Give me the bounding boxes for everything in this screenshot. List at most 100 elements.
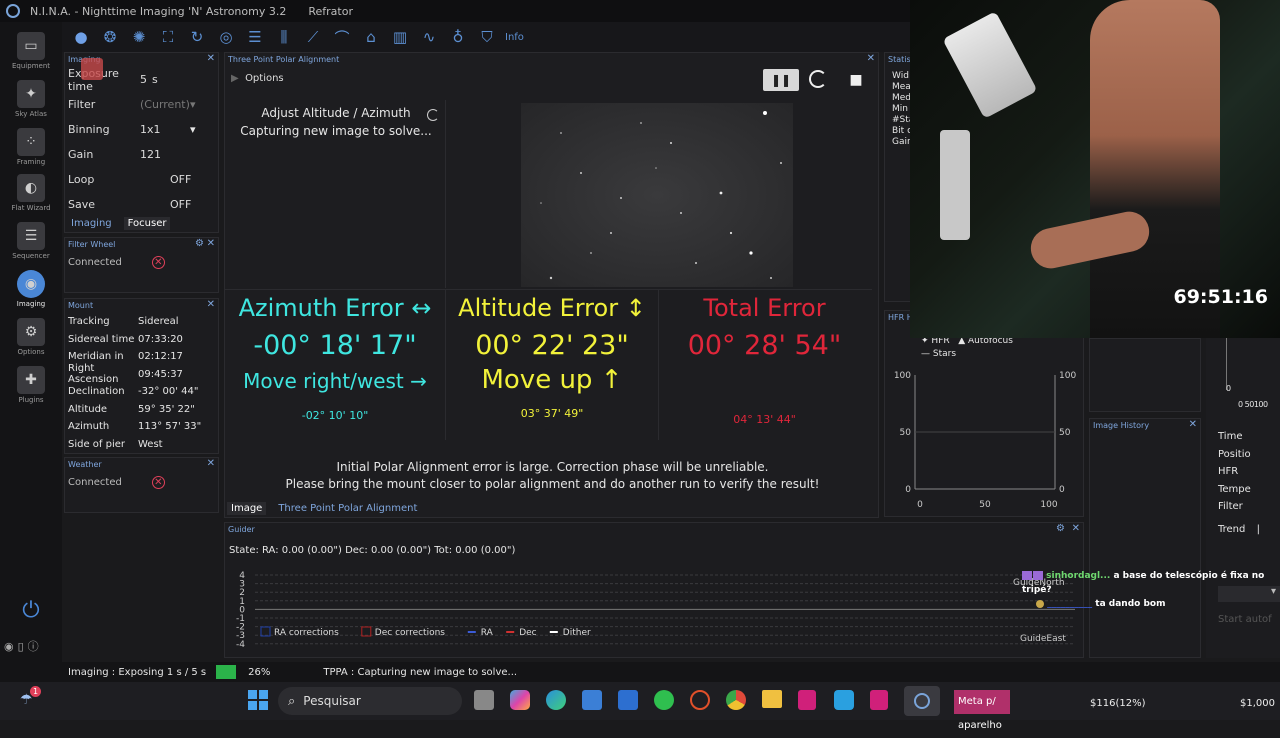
- loop-label: Loop: [68, 173, 95, 186]
- guider-legend-label: RA corrections: [274, 628, 339, 638]
- tab-image[interactable]: Image: [227, 502, 267, 515]
- tab-focuser[interactable]: Focuser: [123, 217, 171, 230]
- binning-row: Binning 1x1 ▾: [65, 117, 218, 142]
- app-pink-icon-2[interactable]: [870, 690, 888, 710]
- info-tab[interactable]: Info: [505, 32, 524, 43]
- overlay-badge-icon: [81, 58, 103, 80]
- gain-row: Gain 121: [65, 142, 218, 167]
- search-placeholder: Pesquisar: [303, 694, 361, 708]
- imaging-toolbar: ● ❂ ✺ ⛶ ↻ ◎ ☰ ⫼ ⟋ ⌒ ⌂ ▥ ∿ ♁ ⛉ Info: [62, 22, 910, 52]
- guider-legend-marker: [467, 631, 476, 633]
- disconnect-icon[interactable]: ✕: [151, 476, 165, 489]
- info-icon[interactable]: ⓘ: [28, 640, 43, 653]
- gain-label: Gain: [68, 148, 94, 161]
- y-tick-right: 50: [1059, 428, 1071, 438]
- star-field-image: [521, 103, 793, 287]
- disconnect-icon[interactable]: ✕: [151, 256, 165, 269]
- record-icon[interactable]: ◎: [215, 26, 237, 48]
- exposure-unit: s: [152, 73, 158, 86]
- settings-icon[interactable]: ⚙: [1056, 523, 1065, 534]
- close-icon[interactable]: ✕: [207, 238, 215, 249]
- altitude-sub-value: 03° 37' 49": [520, 407, 584, 420]
- filter-select[interactable]: (Current): [140, 98, 190, 111]
- close-icon[interactable]: ✕: [1072, 523, 1080, 534]
- crop-icon[interactable]: ⛶: [157, 26, 179, 48]
- image-history-panel: Image History ✕: [1089, 418, 1201, 658]
- save-toggle[interactable]: OFF: [170, 198, 191, 211]
- target-icon[interactable]: ✺: [128, 26, 150, 48]
- close-icon[interactable]: ✕: [867, 53, 875, 64]
- azimuth-sub-value: -02° 10' 10": [301, 409, 369, 422]
- nina-taskbar-active[interactable]: [904, 686, 940, 716]
- mini-x-ticks: 0 50100: [1238, 400, 1268, 409]
- step-status: Capturing new image to solve...: [240, 124, 432, 138]
- options-expander[interactable]: ▶ Options: [231, 73, 284, 84]
- bulb-icon[interactable]: ♁: [447, 26, 469, 48]
- mount-row-value: West: [138, 438, 163, 450]
- sidebar-item-label: Flat Wizard: [11, 204, 51, 212]
- store-icon[interactable]: [582, 690, 602, 710]
- whatsapp-icon[interactable]: [654, 690, 674, 710]
- histogram-icon[interactable]: ▥: [389, 26, 411, 48]
- observatory-icon[interactable]: ⌂: [360, 26, 382, 48]
- azimuth-error-label: Azimuth Error ↔: [225, 294, 445, 322]
- sidebar-item-flat-wizard[interactable]: ◐ Flat Wizard: [4, 174, 58, 212]
- task-view-icon[interactable]: [474, 690, 494, 710]
- mount-panel: Mount ✕ Tracking Sidereal Sidereal time 07:…: [64, 298, 219, 454]
- taskbar-search[interactable]: ⌕ Pesquisar: [278, 687, 462, 715]
- badge-icon: [1036, 599, 1044, 608]
- app-blue-icon[interactable]: [834, 690, 854, 710]
- app-pink-icon[interactable]: [798, 690, 816, 710]
- sidebar-item-options[interactable]: ⚙ Options: [4, 318, 58, 356]
- list-icon[interactable]: ☰: [244, 26, 266, 48]
- focuser-row: Time: [1218, 431, 1243, 442]
- telescope-icon[interactable]: ⟋: [302, 26, 324, 48]
- imaging-tabs: Imaging Focuser: [67, 217, 171, 230]
- close-icon[interactable]: ✕: [207, 299, 215, 310]
- close-icon[interactable]: ✕: [1189, 419, 1197, 430]
- tab-imaging[interactable]: Imaging: [67, 217, 116, 230]
- sidebar-item-label: Imaging: [16, 300, 46, 308]
- dome-icon[interactable]: ⌒: [331, 26, 353, 48]
- guider-legend-label: Dec corrections: [375, 628, 446, 638]
- start-autofocus-button[interactable]: Start autof: [1218, 614, 1272, 625]
- exposure-input[interactable]: 5: [140, 73, 152, 86]
- azimuth-move: Move right/west →: [225, 369, 445, 393]
- stop-button[interactable]: ■: [845, 69, 867, 91]
- pause-button[interactable]: ❚❚: [763, 69, 799, 91]
- graph-icon[interactable]: ∿: [418, 26, 440, 48]
- app-icon[interactable]: [618, 690, 638, 710]
- tab-three-point-polar-alignment[interactable]: Three Point Polar Alignment: [274, 502, 421, 515]
- power-icon[interactable]: ⏻: [18, 598, 44, 624]
- opera-icon[interactable]: [690, 690, 710, 710]
- eye-icon[interactable]: ◉: [4, 640, 18, 653]
- shield-icon[interactable]: ⛉: [476, 26, 498, 48]
- mini-tick: 50: [1244, 400, 1255, 409]
- settings-icon[interactable]: ⚙: [195, 238, 204, 249]
- copilot-icon[interactable]: [510, 690, 530, 710]
- sidebar-item-sequencer[interactable]: ☰ Sequencer: [4, 222, 58, 260]
- binning-select[interactable]: 1x1: [140, 123, 190, 136]
- windows-start-icon[interactable]: [248, 690, 268, 710]
- chat-message: ta dando bom: [1095, 599, 1166, 609]
- gain-input[interactable]: 121: [140, 148, 161, 161]
- rotate-icon[interactable]: ↻: [186, 26, 208, 48]
- badge-icon: [1022, 571, 1032, 580]
- close-icon[interactable]: ✕: [207, 458, 215, 469]
- book-icon[interactable]: ▯: [18, 640, 28, 653]
- edge-icon[interactable]: [546, 690, 566, 710]
- gear-icon: ⚙: [17, 318, 45, 346]
- folder-icon[interactable]: [762, 690, 782, 708]
- sidebar-item-equipment[interactable]: ▭ Equipment: [4, 32, 58, 70]
- close-icon[interactable]: ✕: [207, 53, 215, 64]
- sidebar-item-framing[interactable]: ⁘ Framing: [4, 128, 58, 166]
- aperture-icon[interactable]: ❂: [99, 26, 121, 48]
- loop-toggle[interactable]: OFF: [170, 173, 191, 186]
- sidebar-item-sky-atlas[interactable]: ✦ Sky Atlas: [4, 80, 58, 118]
- save-label: Save: [68, 198, 96, 211]
- sidebar-item-imaging[interactable]: ◉ Imaging: [4, 270, 58, 308]
- sliders-icon[interactable]: ⫼: [273, 26, 295, 48]
- circle-icon[interactable]: ●: [70, 26, 92, 48]
- sidebar-item-plugins[interactable]: ✚ Plugins: [4, 366, 58, 404]
- chrome-icon[interactable]: [726, 690, 746, 710]
